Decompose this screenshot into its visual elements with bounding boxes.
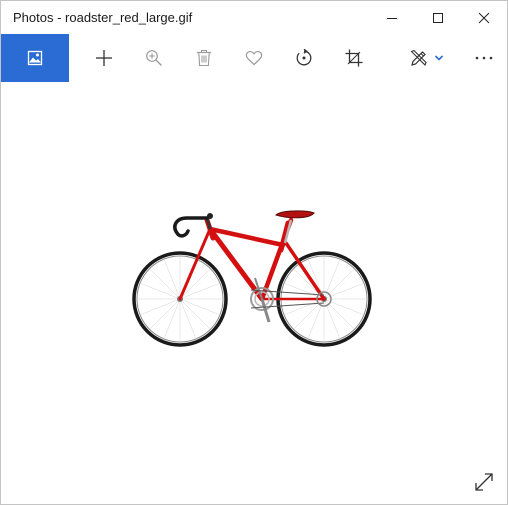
zoom-in-icon (146, 50, 162, 66)
maximize-icon (433, 12, 443, 23)
delete-button[interactable] (189, 34, 219, 82)
title-bar: Photos - roadster_red_large.gif (1, 1, 507, 34)
zoom-button[interactable] (139, 34, 169, 82)
minimize-icon (387, 17, 397, 19)
full-screen-button[interactable] (467, 465, 501, 499)
heart-icon (245, 51, 263, 66)
rotate-button[interactable] (289, 34, 319, 82)
toolbar (1, 34, 507, 82)
window-title: Photos - roadster_red_large.gif (13, 10, 193, 25)
bicycle-photo (132, 210, 372, 347)
plus-icon (96, 50, 112, 66)
photos-home-button[interactable] (1, 34, 69, 82)
close-icon (478, 12, 490, 23)
see-more-button[interactable] (469, 34, 499, 82)
more-icon (475, 56, 493, 60)
expand-icon (475, 473, 493, 491)
image-canvas[interactable] (1, 82, 507, 504)
crop-icon (345, 49, 363, 67)
trash-icon (197, 49, 211, 67)
add-button[interactable] (89, 34, 119, 82)
handlebar (173, 216, 209, 238)
favorite-button[interactable] (239, 34, 269, 82)
chevron-down-icon (434, 55, 444, 61)
minimize-button[interactable] (369, 1, 415, 34)
saddle (275, 210, 315, 219)
photos-window: Photos - roadster_red_large.gif (0, 0, 508, 505)
image-icon (27, 50, 43, 66)
pen-brush-icon (410, 49, 427, 66)
maximize-button[interactable] (415, 1, 461, 34)
rotate-icon (296, 49, 312, 66)
edit-create-button[interactable] (405, 34, 449, 82)
close-button[interactable] (461, 1, 507, 34)
crop-button[interactable] (339, 34, 369, 82)
